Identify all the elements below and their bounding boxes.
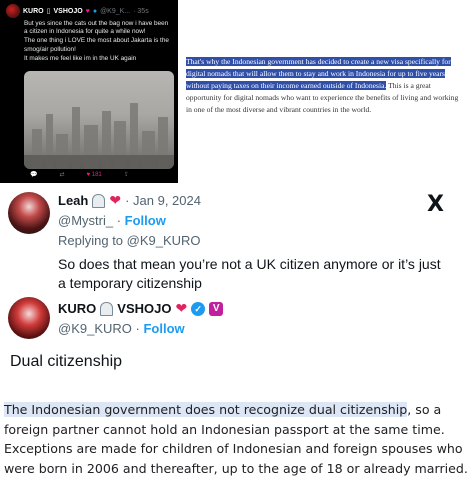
bottom-paragraph: The Indonesian government does not recog… bbox=[4, 400, 470, 478]
dark-tweet-actions: 💬 ⇄ ♥ 181 ⇪ bbox=[30, 171, 129, 179]
article-excerpt: That's why the Indonesian government has… bbox=[186, 56, 466, 116]
dark-tweet-screenshot: KURO ▯ VSHOJO ♥ ● @K9_K... · 35s But yes… bbox=[0, 0, 178, 183]
follow-button[interactable]: Follow bbox=[143, 321, 184, 336]
bottom-highlight: The Indonesian government does not recog… bbox=[4, 402, 408, 417]
vshojo-badge-icon: V bbox=[209, 301, 224, 316]
dark-tweet-body: But yes since the cats out the bag now i… bbox=[24, 20, 172, 63]
kuro-handle-row: @K9_KURO · Follow bbox=[58, 321, 185, 336]
kuro-tweet-text: Dual citizenship bbox=[10, 353, 123, 370]
dark-tweet-handle[interactable]: @K9_K... bbox=[100, 8, 130, 15]
leah-handle-row: @Mystri_ · Follow bbox=[58, 213, 166, 228]
kuro-brand: VSHOJO bbox=[117, 301, 172, 316]
avatar[interactable] bbox=[6, 4, 20, 18]
avatar[interactable] bbox=[8, 297, 50, 339]
tombstone-icon: ▯ bbox=[46, 8, 51, 15]
kuro-name[interactable]: KURO bbox=[58, 301, 96, 316]
verified-icon: ✓ bbox=[191, 301, 206, 316]
verified-icon: ● bbox=[92, 7, 98, 15]
tombstone-icon bbox=[92, 193, 106, 208]
dark-tweet-brand: VSHOJO bbox=[53, 7, 83, 15]
dark-tweet-header: KURO ▯ VSHOJO ♥ ● @K9_K... · 35s bbox=[6, 4, 172, 18]
leah-date: · Jan 9, 2024 bbox=[125, 193, 201, 208]
reply-icon[interactable]: 💬 bbox=[30, 171, 37, 178]
kuro-handle[interactable]: @K9_KURO bbox=[58, 321, 132, 336]
leah-handle[interactable]: @Mystri_ bbox=[58, 213, 113, 228]
smog-city-image[interactable] bbox=[24, 71, 174, 169]
dark-tweet-name[interactable]: KURO bbox=[23, 8, 44, 15]
tombstone-icon bbox=[100, 301, 114, 316]
heart-icon: ♥ bbox=[85, 7, 90, 15]
leah-name-row: Leah ❤ · Jan 9, 2024 bbox=[58, 192, 201, 209]
heart-icon: ❤ bbox=[109, 192, 122, 208]
kuro-name-row: KURO VSHOJO ❤ ✓ V bbox=[58, 300, 224, 317]
avatar[interactable] bbox=[8, 192, 50, 234]
dark-tweet-line: It makes me feel like im in the UK again bbox=[24, 54, 137, 62]
leah-tweet-text: So does that mean you’re not a UK citize… bbox=[58, 256, 441, 291]
retweet-icon[interactable]: ⇄ bbox=[59, 171, 64, 178]
x-logo-icon[interactable]: X bbox=[427, 192, 444, 217]
heart-icon: ❤ bbox=[175, 300, 188, 316]
dark-tweet-line: But yes since the cats out the bag now i… bbox=[24, 20, 169, 36]
dark-tweet-line: The one thing i LOVE the most about Jaka… bbox=[24, 37, 169, 53]
replying-to[interactable]: Replying to @K9_KURO bbox=[58, 233, 201, 248]
like-count: 181 bbox=[91, 171, 102, 178]
like-button[interactable]: ♥ 181 bbox=[87, 172, 102, 178]
dark-tweet-time: · 35s bbox=[133, 7, 149, 15]
share-icon[interactable]: ⇪ bbox=[124, 171, 129, 178]
follow-button[interactable]: Follow bbox=[125, 213, 166, 228]
leah-name[interactable]: Leah bbox=[58, 193, 88, 208]
